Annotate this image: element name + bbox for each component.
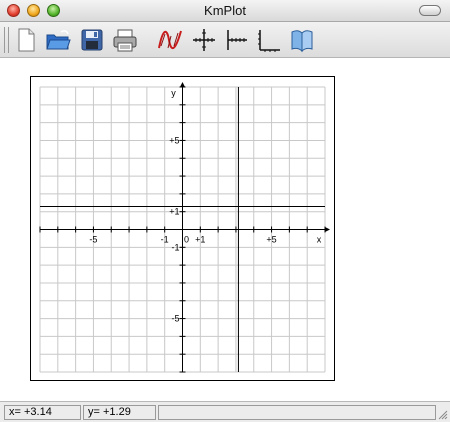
- y-axis-arrow: [180, 82, 185, 87]
- crosshair-icon: [193, 29, 215, 51]
- save-floppy-icon: [81, 29, 103, 51]
- y-tick-label: -5: [171, 314, 179, 324]
- toolbar-toggle-button[interactable]: [419, 5, 441, 16]
- status-y-coordinate: y= +1.29: [83, 405, 156, 420]
- trace-button[interactable]: [190, 26, 218, 54]
- new-document-icon: [18, 28, 35, 52]
- coordinate-system-button[interactable]: [222, 26, 250, 54]
- new-button[interactable]: [12, 26, 40, 54]
- resize-grip-icon[interactable]: [437, 409, 448, 420]
- edit-plots-button[interactable]: [156, 26, 184, 54]
- save-button[interactable]: [78, 26, 106, 54]
- x-tick-label: -1: [161, 235, 169, 245]
- help-button[interactable]: [288, 26, 316, 54]
- plot-area[interactable]: -5 -1 +1 +5 +5 +1 -1 -5 0 x y: [30, 76, 335, 381]
- scaling-button[interactable]: [255, 26, 283, 54]
- y-tick-label: -1: [171, 242, 179, 252]
- status-bar: x= +3.14 y= +1.29: [0, 401, 450, 422]
- function-curve-icon: [158, 30, 182, 49]
- x-tick-label: +1: [195, 235, 205, 245]
- open-folder-icon: [46, 30, 71, 50]
- toolbar-grip[interactable]: [4, 27, 9, 53]
- print-button[interactable]: [111, 26, 139, 54]
- window-title: KmPlot: [204, 3, 246, 18]
- x-tick-label: +5: [266, 235, 276, 245]
- status-message: [158, 405, 436, 420]
- x-axis-arrow: [325, 227, 330, 232]
- scale-icon: [258, 30, 280, 52]
- title-bar: KmPlot: [0, 0, 450, 22]
- status-x-coordinate: x= +3.14: [4, 405, 81, 420]
- book-icon: [291, 30, 313, 53]
- printer-icon: [113, 29, 137, 52]
- axes-ticks-icon: [227, 30, 247, 50]
- plot-canvas[interactable]: -5 -1 +1 +5 +5 +1 -1 -5 0 x y: [31, 77, 334, 380]
- y-axis-label: y: [171, 88, 176, 98]
- origin-label: 0: [184, 235, 189, 245]
- y-tick-label: +1: [169, 207, 179, 217]
- main-toolbar: [0, 22, 450, 58]
- y-tick-label: +5: [169, 135, 179, 145]
- x-tick-label: -5: [89, 235, 97, 245]
- x-axis-label: x: [317, 235, 322, 245]
- open-button[interactable]: [44, 26, 72, 54]
